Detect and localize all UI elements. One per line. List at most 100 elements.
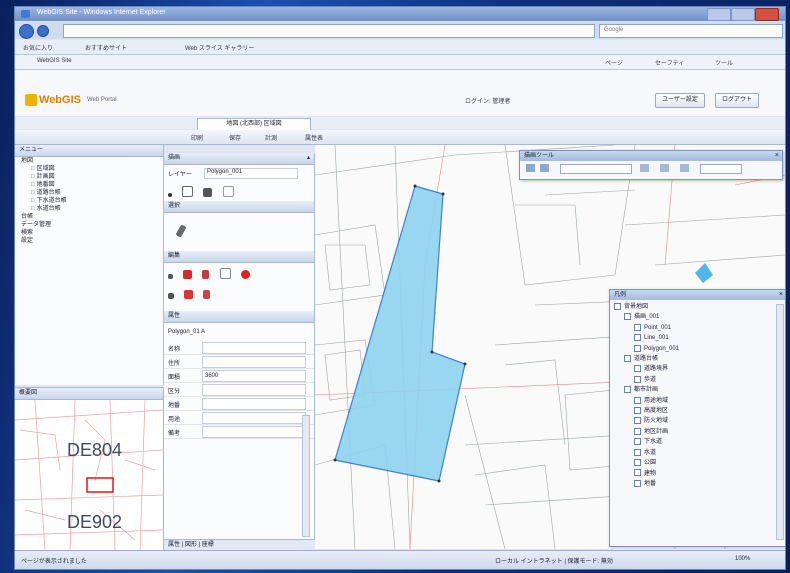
- layer-item[interactable]: 水道: [614, 448, 782, 458]
- split-icon[interactable]: [168, 293, 174, 299]
- polygon-tool-icon[interactable]: [222, 186, 234, 197]
- nav-item[interactable]: 区域図: [15, 165, 163, 173]
- delete-feature-icon[interactable]: [240, 270, 250, 279]
- print-button[interactable]: 印刷: [191, 133, 203, 142]
- layer-item[interactable]: 建物: [614, 469, 782, 479]
- overview-map[interactable]: DE804 DE902: [15, 400, 163, 550]
- point-tool-icon[interactable]: [168, 193, 172, 197]
- nav-group-ledger[interactable]: 台帳: [15, 213, 163, 221]
- attribute-tab-strip[interactable]: 属性 | 図形 | 座標: [164, 539, 318, 550]
- layer-item[interactable]: 高度地区: [614, 406, 782, 416]
- add-vertex-icon[interactable]: [183, 270, 193, 279]
- layer-checkbox[interactable]: [634, 427, 641, 435]
- nav-item[interactable]: 地番図: [15, 181, 163, 189]
- layer-checkbox[interactable]: [634, 469, 641, 477]
- attribute-value-field[interactable]: [202, 384, 306, 396]
- legend-window[interactable]: 凡例 × 背景地図 描画_001 Point_001 Line_001 Polygon_0…: [609, 289, 785, 547]
- legend-scrollbar[interactable]: [776, 304, 784, 540]
- nav-group-search[interactable]: 検索: [15, 229, 163, 237]
- layer-checkbox[interactable]: [634, 396, 641, 404]
- attribute-scrollbar[interactable]: [302, 415, 310, 537]
- pan-icon[interactable]: [526, 164, 535, 172]
- zoom-in-icon[interactable]: [540, 164, 549, 172]
- attribute-value-field[interactable]: [202, 412, 306, 424]
- attribute-value-field[interactable]: [202, 342, 306, 354]
- page-menu[interactable]: ページ: [605, 58, 623, 67]
- user-settings-button[interactable]: ユーザー設定: [655, 93, 705, 108]
- zoom-out-icon[interactable]: [640, 164, 649, 172]
- layer-checkbox[interactable]: [634, 344, 641, 352]
- forward-icon[interactable]: [37, 25, 49, 37]
- select-pointer-icon[interactable]: [175, 224, 187, 238]
- refresh-icon[interactable]: [660, 164, 669, 172]
- attribute-value-field[interactable]: [202, 356, 306, 368]
- nav-group-data[interactable]: データ管理: [15, 221, 163, 229]
- identify-icon[interactable]: [680, 164, 689, 172]
- layer-item[interactable]: 歩道: [614, 375, 782, 385]
- nav-group-map[interactable]: 地図: [15, 157, 163, 165]
- close-button[interactable]: [755, 8, 779, 21]
- nav-item[interactable]: 水道台帳: [15, 205, 163, 213]
- layer-item[interactable]: 防火地域: [614, 416, 782, 426]
- layer-checkbox[interactable]: [634, 375, 641, 383]
- nav-item[interactable]: 下水道台帳: [15, 197, 163, 205]
- layer-item[interactable]: 地区計画: [614, 427, 782, 437]
- line-tool-icon[interactable]: [203, 188, 213, 197]
- layer-checkbox[interactable]: [634, 334, 641, 342]
- layer-item[interactable]: 下水道: [614, 437, 782, 447]
- favorites-item[interactable]: おすすめサイト: [85, 43, 127, 52]
- maximize-button[interactable]: [731, 8, 755, 21]
- attribute-value-field[interactable]: 3600: [202, 370, 306, 382]
- collapse-icon[interactable]: ▴: [307, 153, 310, 164]
- attribute-value-field[interactable]: [202, 398, 306, 410]
- favorites-item[interactable]: Web スライス ギャラリー: [185, 43, 254, 52]
- move-vertex-icon[interactable]: [168, 274, 173, 279]
- layer-item[interactable]: Point_001: [614, 323, 782, 333]
- layer-item[interactable]: Line_001: [614, 333, 782, 343]
- layer-item[interactable]: 道路台帳: [614, 354, 782, 364]
- back-icon[interactable]: [19, 24, 34, 39]
- layer-checkbox[interactable]: [624, 354, 631, 362]
- layer-checkbox[interactable]: [634, 406, 641, 414]
- layer-checkbox[interactable]: [634, 438, 641, 446]
- scale-select[interactable]: [560, 164, 632, 174]
- layer-checkbox[interactable]: [634, 479, 641, 487]
- close-icon[interactable]: ×: [779, 290, 783, 300]
- rectangle-tool-icon[interactable]: [182, 186, 194, 197]
- layer-item[interactable]: 描画_001: [614, 312, 782, 322]
- rotate-icon[interactable]: [203, 290, 211, 299]
- layer-dropdown[interactable]: [700, 164, 742, 174]
- layer-checkbox[interactable]: [634, 459, 641, 467]
- layer-checkbox[interactable]: [624, 313, 631, 321]
- attribute-table-button[interactable]: 属性表: [305, 133, 323, 142]
- layer-item[interactable]: 道路境界: [614, 364, 782, 374]
- layer-checkbox[interactable]: [634, 448, 641, 456]
- nav-item[interactable]: 計画図: [15, 173, 163, 181]
- map-view[interactable]: 描画ツール × 凡例 × 背景地図 描画_001 Point_001 Line_001 Po…: [315, 145, 785, 549]
- merge-icon[interactable]: [184, 290, 194, 299]
- layer-item[interactable]: 地番: [614, 479, 782, 489]
- attribute-value-field[interactable]: [202, 426, 306, 438]
- layer-item[interactable]: 用途地域: [614, 396, 782, 406]
- search-input[interactable]: Google: [599, 24, 783, 38]
- delete-vertex-icon[interactable]: [202, 270, 210, 279]
- layer-checkbox[interactable]: [624, 386, 631, 394]
- safety-menu[interactable]: セーフティ: [655, 58, 684, 67]
- layer-select[interactable]: Polygon_001: [204, 168, 298, 179]
- layer-item[interactable]: 背景地図: [614, 302, 782, 312]
- layer-item[interactable]: 公園: [614, 458, 782, 468]
- logout-button[interactable]: ログアウト: [715, 93, 760, 108]
- copy-icon[interactable]: [219, 268, 231, 279]
- save-button[interactable]: 保存: [229, 133, 241, 142]
- layer-checkbox[interactable]: [634, 417, 641, 425]
- layer-item[interactable]: Polygon_001: [614, 344, 782, 354]
- minimize-button[interactable]: [707, 8, 731, 21]
- url-input[interactable]: [63, 24, 595, 38]
- close-icon[interactable]: ×: [775, 151, 779, 161]
- favorites-item[interactable]: お気に入り: [23, 43, 53, 52]
- layer-checkbox[interactable]: [634, 365, 641, 373]
- nav-group-settings[interactable]: 設定: [15, 237, 163, 245]
- draw-toolbar-window[interactable]: 描画ツール ×: [519, 150, 783, 180]
- layer-checkbox[interactable]: [634, 323, 641, 331]
- measure-button[interactable]: 計測: [265, 133, 277, 142]
